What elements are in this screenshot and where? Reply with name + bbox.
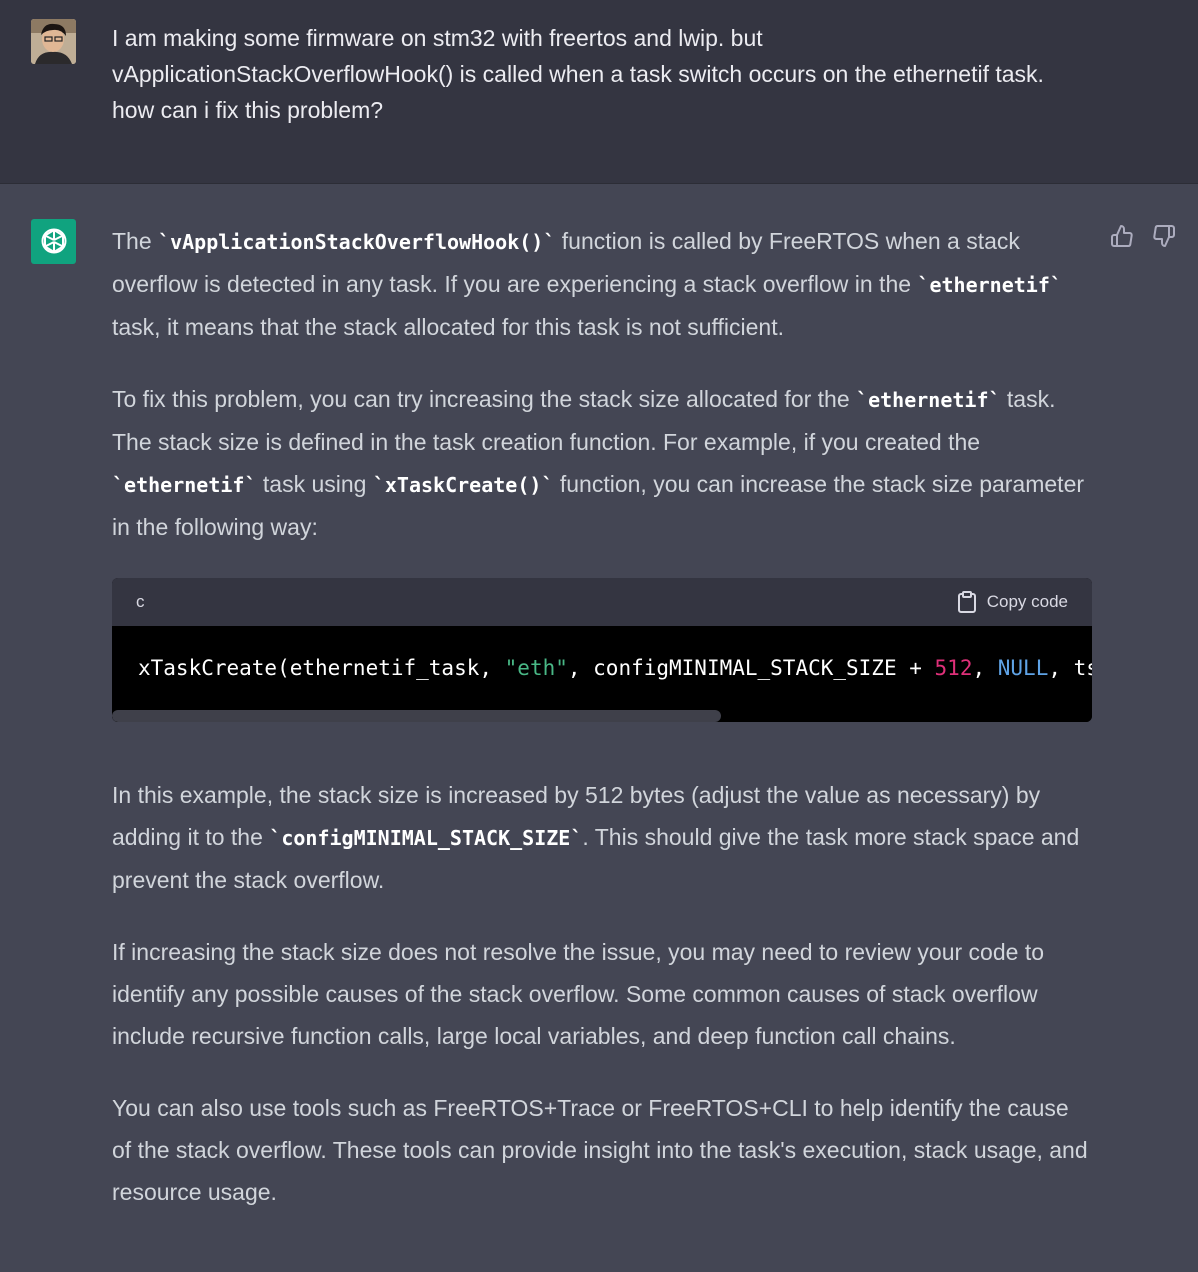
user-message-text: I am making some firmware on stm32 with … xyxy=(112,25,1044,123)
user-avatar xyxy=(31,19,76,64)
inline-code: `ethernetif` xyxy=(856,388,1001,412)
paragraph-4: If increasing the stack size does not re… xyxy=(112,939,1044,1049)
code-token-number: 512 xyxy=(934,656,973,680)
inline-code: `vApplicationStackOverflowHook()` xyxy=(158,230,556,254)
paragraph-1: The `vApplicationStackOverflowHook()` fu… xyxy=(112,220,1092,348)
code-body: xTaskCreate(ethernetif_task, "eth", conf… xyxy=(112,626,1092,722)
thumbs-down-button[interactable] xyxy=(1152,224,1176,248)
inline-code: `ethernetif` xyxy=(112,473,257,497)
code-token: , configMINIMAL_STACK_SIZE + xyxy=(567,656,935,680)
code-block-header: c Copy code xyxy=(112,578,1092,626)
copy-code-label: Copy code xyxy=(986,592,1068,611)
code-token: xTaskCreate(ethernetif_task, xyxy=(138,656,505,680)
openai-logo-icon xyxy=(41,228,66,253)
assistant-message-content: The `vApplicationStackOverflowHook()` fu… xyxy=(112,220,1092,1243)
scrollbar-thumb[interactable] xyxy=(112,710,721,722)
paragraph-5: You can also use tools such as FreeRTOS+… xyxy=(112,1095,1088,1205)
code-token-string: "eth" xyxy=(504,656,568,680)
paragraph-2: To fix this problem, you can try increas… xyxy=(112,378,1092,548)
code-token: , xyxy=(972,656,998,680)
inline-code: `xTaskCreate()` xyxy=(372,473,554,497)
clipboard-icon xyxy=(957,591,976,613)
code-token: , ts xyxy=(1048,656,1092,680)
thumbs-up-button[interactable] xyxy=(1110,224,1134,248)
code-token-keyword: NULL xyxy=(997,656,1049,680)
text: To fix this problem, you can try increas… xyxy=(112,386,857,412)
text: The xyxy=(112,228,159,254)
thumbs-up-icon xyxy=(1111,225,1133,247)
inline-code: `configMINIMAL_STACK_SIZE` xyxy=(269,826,583,850)
inline-code: `ethernetif` xyxy=(917,273,1062,297)
user-message-row: I am making some firmware on stm32 with … xyxy=(0,0,1198,184)
copy-code-button[interactable]: Copy code xyxy=(957,581,1068,623)
thumbs-down-icon xyxy=(1153,225,1175,247)
code-horizontal-scrollbar[interactable] xyxy=(112,710,1092,722)
user-photo-icon xyxy=(31,19,76,64)
assistant-avatar xyxy=(31,219,76,264)
paragraph-3: In this example, the stack size is incre… xyxy=(112,774,1092,901)
text: task using xyxy=(256,471,373,497)
code-block: c Copy code xTaskCreate(ethernetif_task,… xyxy=(112,578,1092,722)
code-language-label: c xyxy=(136,592,145,611)
assistant-message-row: The `vApplicationStackOverflowHook()` fu… xyxy=(0,184,1198,1272)
text: task, it means that the stack allocated … xyxy=(112,314,785,340)
